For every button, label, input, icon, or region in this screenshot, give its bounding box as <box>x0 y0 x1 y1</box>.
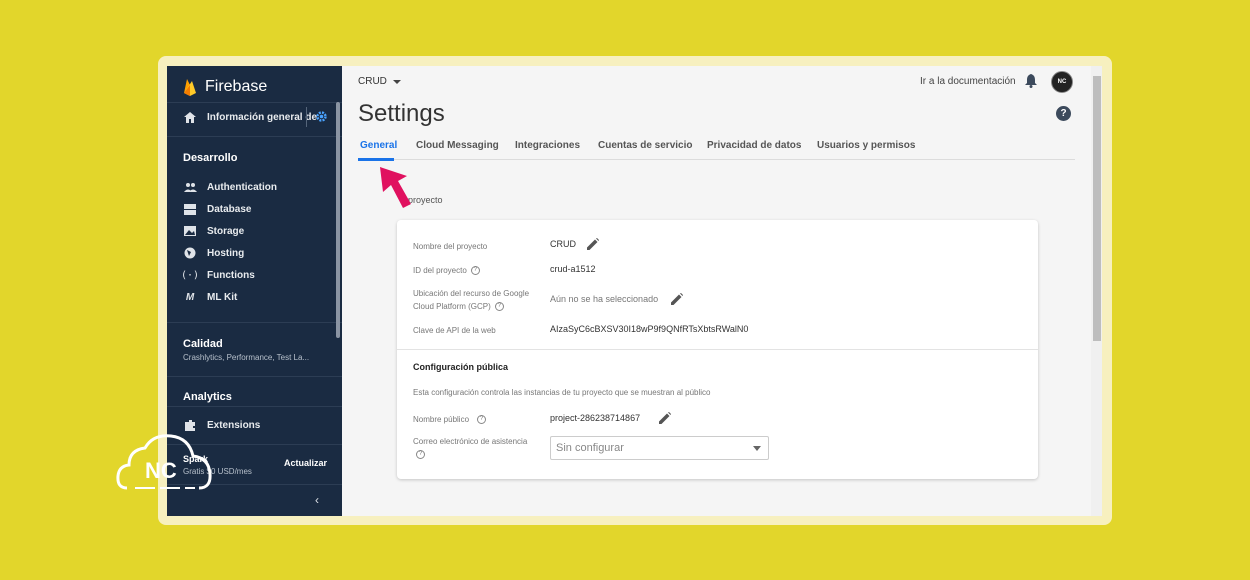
logo-text: NC <box>145 458 177 483</box>
bell-icon[interactable] <box>1025 74 1037 93</box>
public-name-label: Nombre público? <box>413 413 487 426</box>
support-email-label: Correo electrónico de asistencia ? <box>413 435 527 461</box>
divider <box>167 406 342 407</box>
divider <box>167 376 342 377</box>
sidebar-item-authentication[interactable]: Authentication <box>183 179 277 195</box>
brand[interactable]: Firebase <box>183 72 267 102</box>
project-settings-card: Nombre del proyecto CRUD ID del proyecto… <box>397 220 1038 479</box>
divider <box>167 102 342 103</box>
main-content: CRUD Ir a la documentación NC Settings ?… <box>342 66 1102 516</box>
main-scrollbar-thumb[interactable] <box>1093 76 1101 341</box>
caret-down-icon <box>392 79 401 84</box>
nc-cloud-logo: NC <box>116 434 212 490</box>
tab-privacidad-de-datos[interactable]: Privacidad de datos <box>707 140 801 151</box>
firebase-window: Firebase Información general de Desarrol… <box>167 66 1102 516</box>
row-label: Nombre del proyecto <box>413 242 488 251</box>
sidebar-item-label: Functions <box>207 269 255 281</box>
sidebar-item-hosting[interactable]: Hosting <box>183 245 244 261</box>
tab-usuarios-y-permisos[interactable]: Usuarios y permisos <box>817 140 915 151</box>
tab-integraciones[interactable]: Integraciones <box>515 140 580 151</box>
project-name-value: CRUD <box>550 239 576 249</box>
support-email-select[interactable]: Sin configurar <box>550 436 769 460</box>
section-sub-quality: Crashlytics, Performance, Test La... <box>183 353 310 362</box>
sidebar-item-label: Información general de <box>207 111 318 123</box>
sidebar-item-ml-kit[interactable]: M ML Kit <box>183 289 238 305</box>
public-config-title: Configuración pública <box>413 362 509 372</box>
row-label-line: Cloud Platform (GCP) <box>413 302 491 311</box>
firebase-logo-icon <box>184 79 196 96</box>
sidebar-item-label: Hosting <box>207 247 245 259</box>
sidebar-item-label: Authentication <box>207 181 277 193</box>
project-name: CRUD <box>358 76 387 87</box>
chevron-left-icon[interactable]: ‹ <box>315 493 319 507</box>
row-label: ID del proyecto <box>413 266 467 275</box>
active-tab-indicator <box>358 158 394 161</box>
divider <box>167 322 342 323</box>
settings-gear-icon[interactable] <box>315 110 328 128</box>
people-icon <box>183 180 197 194</box>
help-circle-icon[interactable]: ? <box>470 266 480 276</box>
sidebar-item-label: ML Kit <box>207 291 238 303</box>
separator <box>306 107 307 127</box>
section-heading-quality[interactable]: Calidad <box>183 338 223 350</box>
project-selector[interactable]: CRUD <box>358 76 401 87</box>
web-api-key-value: AIzaSyC6cBXSV30I18wP9f9QNfRTsXbtsRWalN0 <box>550 324 749 334</box>
sidebar-item-overview[interactable]: Información general de <box>183 109 333 125</box>
project-id-value: crud-a1512 <box>550 264 596 274</box>
divider <box>167 136 342 137</box>
edit-pencil-icon[interactable] <box>659 412 671 424</box>
brand-name: Firebase <box>205 78 268 95</box>
row-label: Clave de API de la web <box>413 326 496 335</box>
storage-icon <box>183 224 197 238</box>
database-icon <box>183 202 197 216</box>
docs-link[interactable]: Ir a la documentación <box>920 76 1016 87</box>
row-label: Nombre público <box>413 415 470 424</box>
gcp-location-label: Ubicación del recurso de Google Cloud Pl… <box>413 287 529 313</box>
sidebar-item-label: Database <box>207 203 252 215</box>
help-circle-icon[interactable]: ? <box>477 415 487 425</box>
public-name-value: project-286238714867 <box>550 413 641 423</box>
hosting-icon <box>183 246 197 260</box>
project-id-label: ID del proyecto? <box>413 264 480 277</box>
ml-kit-icon: M <box>185 291 195 303</box>
sidebar-scrollbar[interactable] <box>336 102 340 338</box>
gcp-location-value: Aún no se ha seleccionado <box>550 294 659 304</box>
avatar[interactable]: NC <box>1051 71 1073 93</box>
public-config-description: Esta configuración controla las instanci… <box>413 388 711 397</box>
tab-general[interactable]: General <box>360 140 397 151</box>
help-circle-icon[interactable]: ? <box>416 450 425 460</box>
home-icon <box>183 110 197 124</box>
tab-cuentas-de-servicio[interactable]: Cuentas de servicio <box>598 140 692 151</box>
tab-cloud-messaging[interactable]: Cloud Messaging <box>416 140 499 151</box>
divider <box>397 349 1038 350</box>
select-value: Sin configurar <box>556 442 624 454</box>
row-label-line: Ubicación del recurso de Google <box>413 289 530 298</box>
section-heading-analytics[interactable]: Analytics <box>183 391 232 403</box>
upgrade-button[interactable]: Actualizar <box>284 458 327 468</box>
settings-tabs: General Cloud Messaging Integraciones Cu… <box>358 134 1075 161</box>
page-title: Settings <box>358 100 445 127</box>
section-heading-develop: Desarrollo <box>183 152 238 164</box>
pointer-arrow-icon <box>380 167 411 208</box>
sidebar-item-label: Extensions <box>207 419 261 431</box>
functions-icon: (·) <box>180 269 200 281</box>
help-circle-icon[interactable]: ? <box>494 302 504 312</box>
caret-down-icon <box>753 446 761 451</box>
row-label: Correo electrónico de asistencia <box>413 437 528 446</box>
sidebar-item-storage[interactable]: Storage <box>183 223 244 239</box>
sidebar-item-label: Storage <box>207 225 245 237</box>
help-icon[interactable]: ? <box>1056 106 1071 121</box>
sidebar-item-database[interactable]: Database <box>183 201 251 217</box>
edit-pencil-icon[interactable] <box>671 293 683 305</box>
sidebar-item-functions[interactable]: (·) Functions <box>180 267 255 283</box>
edit-pencil-icon[interactable] <box>587 238 599 250</box>
